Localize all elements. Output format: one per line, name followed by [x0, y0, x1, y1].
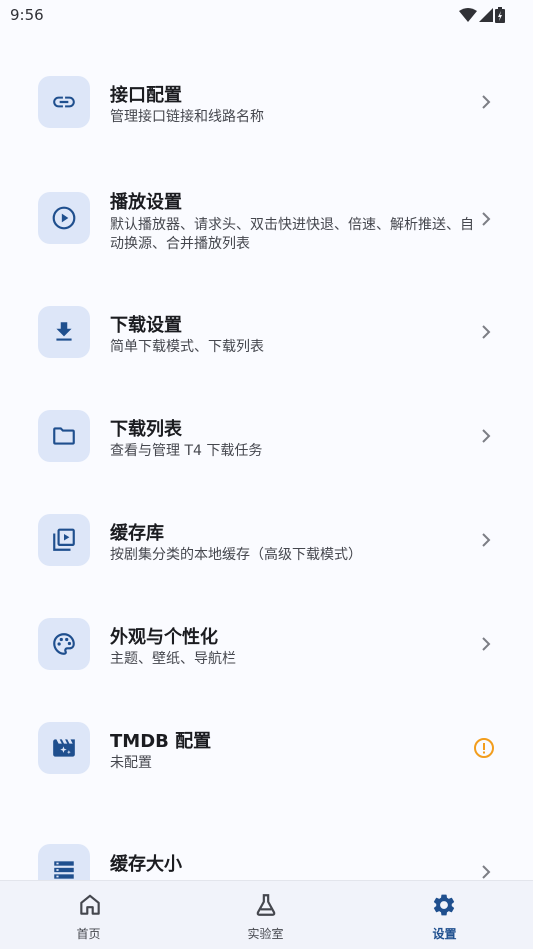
play-circle-icon-box — [38, 192, 90, 244]
video-library-icon — [53, 528, 75, 551]
download-icon — [56, 322, 72, 341]
status-icons — [459, 6, 505, 24]
settings-item-subtitle: 按剧集分类的本地缓存（高级下载模式） — [110, 547, 362, 563]
settings-item-title: 外观与个性化 — [110, 627, 218, 648]
settings-item-appearance[interactable]: 外观与个性化 主题、壁纸、导航栏 — [0, 592, 533, 696]
nav-label: 实验室 — [247, 927, 284, 941]
palette-icon — [53, 633, 75, 655]
battery-icon — [495, 7, 505, 23]
storage-icon-box — [38, 844, 90, 880]
signal-icon — [479, 8, 493, 22]
nav-item-settings[interactable]: 设置 — [356, 881, 533, 949]
settings-item-subtitle: 未配置 — [110, 755, 152, 771]
status-bar: 9:56 — [0, 0, 533, 32]
settings-item-tmdb[interactable]: TMDB 配置 未配置 — [0, 696, 533, 800]
settings-item-subtitle: 默认播放器、请求头、双击快进快退、倍速、解析推送、自动换源、合并播放列表 — [110, 217, 474, 252]
settings-item-download-list[interactable]: 下载列表 查看与管理 T4 下载任务 — [0, 384, 533, 488]
gear-icon — [433, 894, 455, 916]
settings-item-title: 下载列表 — [110, 419, 182, 440]
settings-item-title: TMDB 配置 — [110, 731, 212, 752]
settings-item-subtitle: 简单下载模式、下载列表 — [110, 339, 264, 355]
download-icon-box — [38, 306, 90, 358]
chevron-right-icon — [482, 865, 491, 879]
settings-list: 接口配置 管理接口链接和线路名称 播放设置 默认播放器、请求头、双击快进快退、倍… — [0, 32, 533, 880]
nav-label: 首页 — [76, 927, 101, 941]
bottom-nav: 首页 实验室 设置 — [0, 880, 533, 949]
settings-item-title: 下载设置 — [110, 315, 182, 336]
settings-item-title: 缓存库 — [110, 523, 164, 544]
palette-icon-box — [38, 618, 90, 670]
chevron-right-icon — [482, 533, 491, 547]
nav-item-lab[interactable]: 实验室 — [177, 881, 354, 949]
link-icon-box — [38, 76, 90, 128]
warning-icon — [474, 738, 494, 758]
movie-filter-icon-box — [38, 722, 90, 774]
flask-icon — [256, 894, 276, 916]
settings-item-cache-size[interactable]: 缓存大小 — [0, 818, 533, 880]
wifi-icon — [459, 8, 477, 22]
folder-icon — [53, 427, 75, 445]
settings-item-subtitle: 查看与管理 T4 下载任务 — [110, 443, 263, 459]
settings-item-cache-library[interactable]: 缓存库 按剧集分类的本地缓存（高级下载模式） — [0, 488, 533, 592]
storage-icon — [54, 861, 74, 879]
chevron-right-icon — [482, 95, 491, 109]
status-time: 9:56 — [10, 6, 44, 24]
chevron-right-icon — [482, 325, 491, 339]
play-circle-icon — [52, 206, 76, 230]
home-icon — [80, 894, 100, 915]
movie-filter-icon — [53, 739, 75, 757]
nav-label: 设置 — [432, 927, 457, 941]
settings-item-title: 接口配置 — [110, 85, 182, 106]
video-library-icon-box — [38, 514, 90, 566]
settings-item-title: 缓存大小 — [110, 854, 182, 875]
settings-item-subtitle: 主题、壁纸、导航栏 — [110, 651, 236, 667]
nav-item-home[interactable]: 首页 — [0, 881, 177, 949]
chevron-right-icon — [482, 429, 491, 443]
settings-item-title: 播放设置 — [110, 192, 182, 213]
settings-item-subtitle: 管理接口链接和线路名称 — [110, 109, 264, 125]
settings-item-api-config[interactable]: 接口配置 管理接口链接和线路名称 — [0, 50, 533, 154]
settings-item-download-settings[interactable]: 下载设置 简单下载模式、下载列表 — [0, 280, 533, 384]
chevron-right-icon — [482, 637, 491, 651]
link-icon — [53, 96, 75, 108]
chevron-right-icon — [482, 212, 491, 226]
folder-icon-box — [38, 410, 90, 462]
settings-item-playback[interactable]: 播放设置 默认播放器、请求头、双击快进快退、倍速、解析推送、自动换源、合并播放列… — [0, 166, 533, 270]
